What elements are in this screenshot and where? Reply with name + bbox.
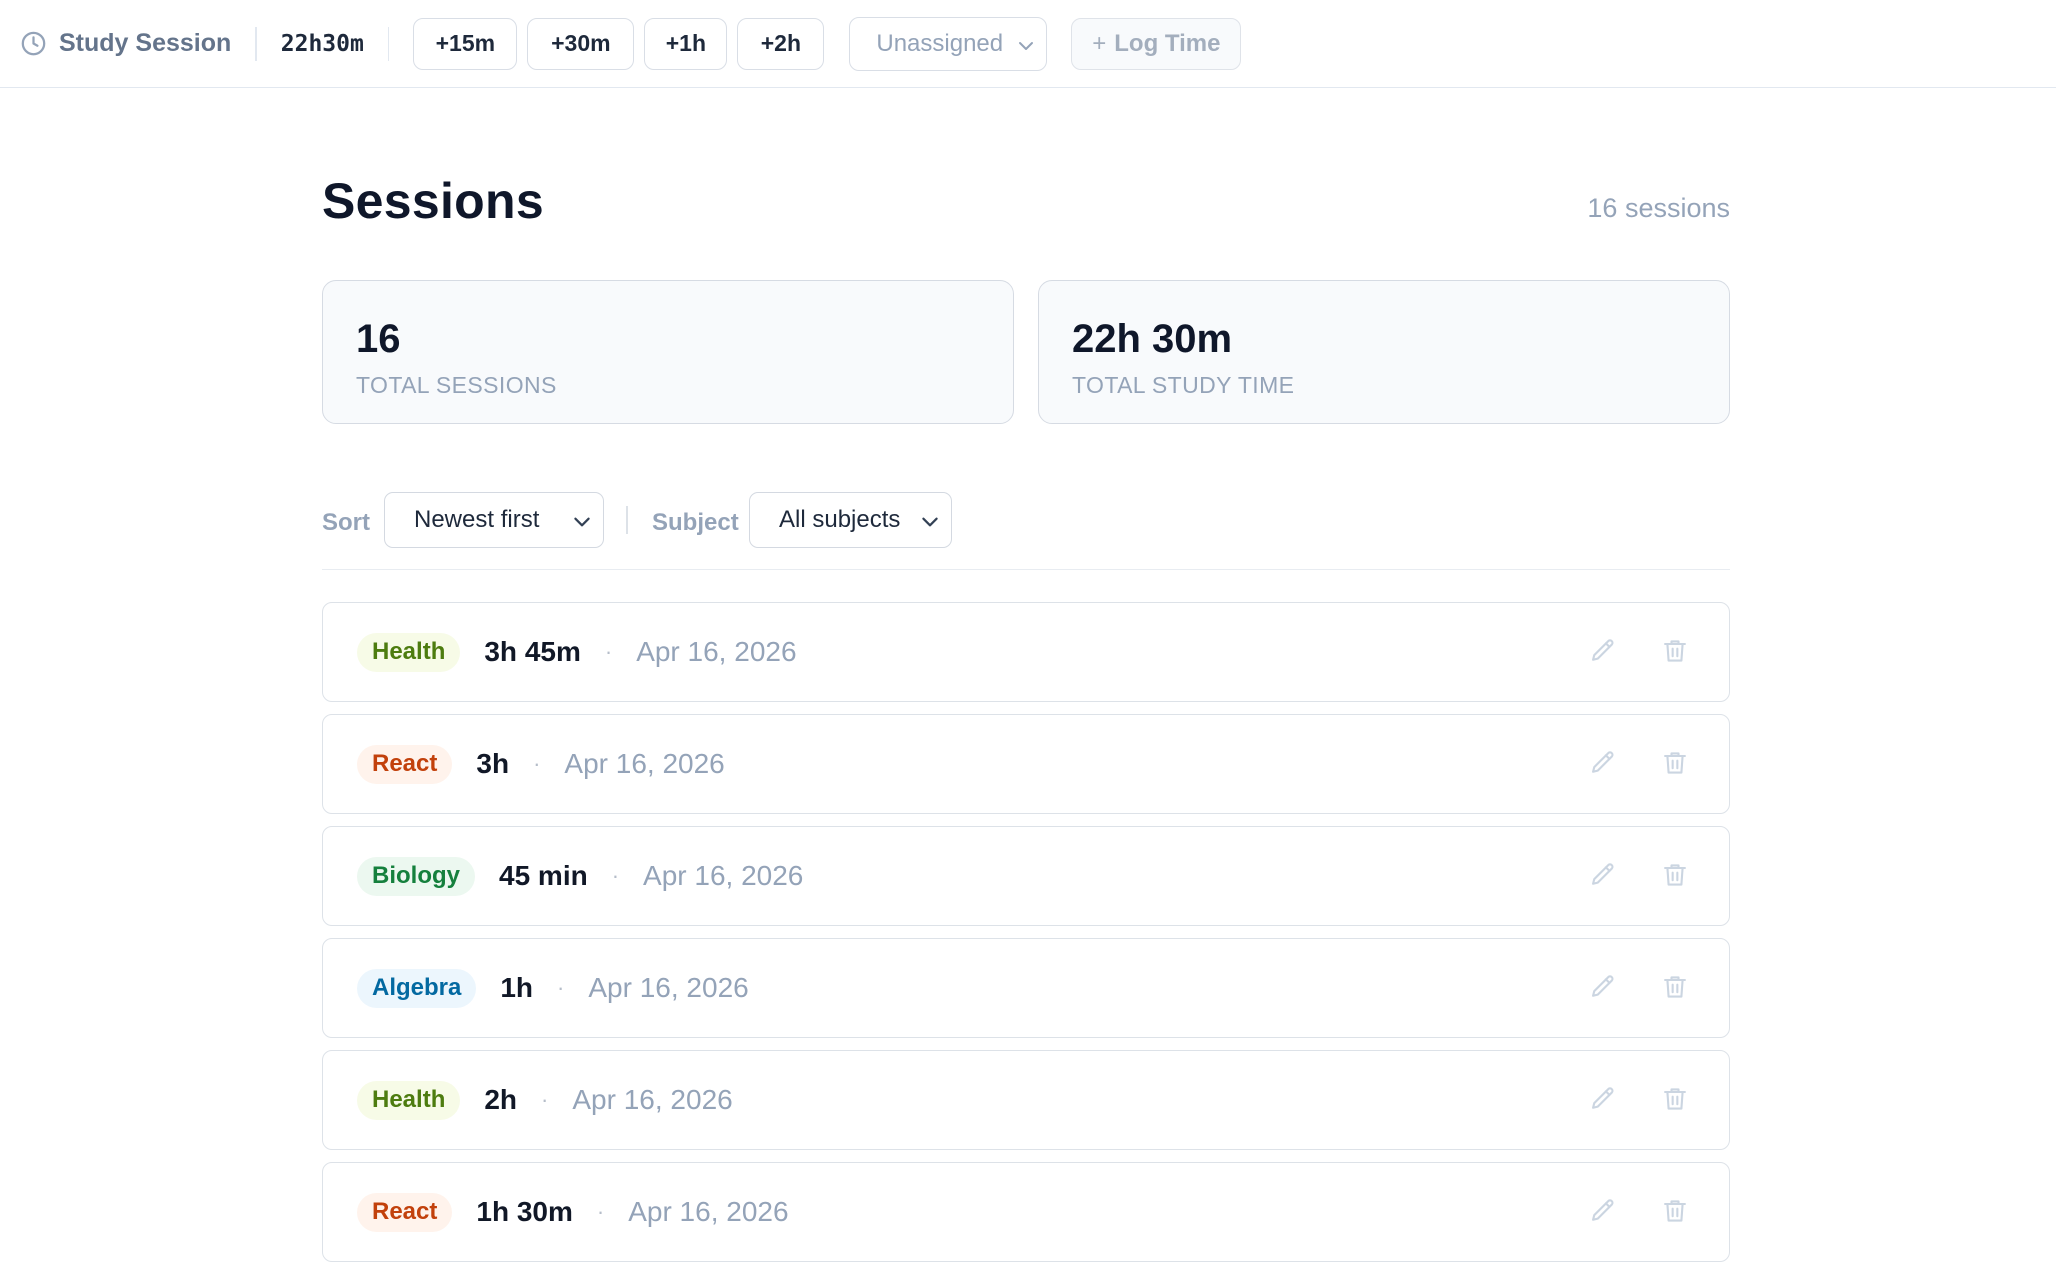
pencil-icon[interactable]: [1589, 1197, 1617, 1225]
trash-icon[interactable]: [1661, 1085, 1689, 1113]
trash-icon[interactable]: [1661, 637, 1689, 665]
row-actions: [1589, 973, 1689, 1001]
separator-dot: ·: [611, 863, 620, 888]
session-date: Apr 16, 2026: [564, 748, 725, 779]
total-time-display: 22h30m: [280, 30, 364, 57]
session-duration: 3h: [476, 748, 510, 779]
plus-icon: +: [1092, 29, 1107, 57]
stat-card-total-study-time: 22h 30m TOTAL STUDY TIME: [1038, 280, 1730, 424]
page-title: Sessions: [322, 173, 544, 229]
clock-icon: [20, 30, 47, 57]
pencil-icon[interactable]: [1589, 973, 1617, 1001]
subject-filter-select[interactable]: All subjects: [749, 492, 952, 548]
sort-label: Sort: [322, 509, 370, 536]
chevron-down-icon: [1016, 35, 1036, 63]
separator-dot: ·: [604, 639, 613, 664]
top-bar: Study Session 22h30m +15m +30m +1h +2h U…: [0, 0, 2056, 88]
row-actions: [1589, 1197, 1689, 1225]
sort-value: Newest first: [414, 506, 540, 533]
stat-value: 16: [356, 317, 401, 361]
subject-badge: React: [357, 1192, 453, 1232]
subject-badge: Health: [357, 1080, 461, 1120]
pencil-icon[interactable]: [1589, 861, 1617, 889]
subject-badge: Health: [357, 632, 461, 672]
add-30m-button[interactable]: +30m: [527, 17, 635, 70]
subject-badge: Biology: [357, 856, 475, 896]
row-actions: [1589, 749, 1689, 777]
separator-dot: ·: [533, 751, 541, 776]
row-actions: [1589, 861, 1689, 889]
session-date: Apr 16, 2026: [628, 1196, 789, 1227]
pencil-icon[interactable]: [1589, 637, 1617, 665]
session-row[interactable]: Biology 45 min · Apr 16, 2026: [322, 826, 1730, 926]
separator-dot: ·: [541, 1087, 549, 1112]
session-date: Apr 16, 2026: [643, 860, 804, 891]
session-row[interactable]: Algebra 1h · Apr 16, 2026: [322, 938, 1730, 1038]
session-row[interactable]: Health 2h · Apr 16, 2026: [322, 1050, 1730, 1150]
chevron-down-icon: [919, 511, 941, 540]
row-actions: [1589, 637, 1689, 665]
subject-badge: Algebra: [357, 968, 477, 1008]
session-duration: 2h: [484, 1084, 518, 1115]
session-duration: 3h 45m: [484, 636, 581, 667]
trash-icon[interactable]: [1661, 973, 1689, 1001]
stat-value: 22h 30m: [1072, 317, 1233, 361]
stat-label: TOTAL SESSIONS: [356, 372, 557, 398]
trash-icon[interactable]: [1661, 1197, 1689, 1225]
separator-dot: ·: [596, 1199, 605, 1224]
subject-filter-label: Subject: [652, 509, 739, 536]
add-2h-button[interactable]: +2h: [737, 17, 825, 70]
session-duration: 45 min: [499, 860, 588, 891]
trash-icon[interactable]: [1661, 861, 1689, 889]
session-row[interactable]: Health 3h 45m · Apr 16, 2026: [322, 602, 1730, 702]
session-date: Apr 16, 2026: [572, 1084, 733, 1115]
subject-filter-value: All subjects: [779, 506, 901, 533]
stat-card-total-sessions: 16 TOTAL SESSIONS: [322, 280, 1014, 424]
session-duration: 1h 30m: [476, 1196, 573, 1227]
log-time-button[interactable]: + Log Time: [1071, 17, 1242, 70]
subject-badge: React: [357, 744, 453, 784]
chevron-down-icon: [571, 511, 593, 540]
pencil-icon[interactable]: [1589, 1085, 1617, 1113]
filter-bar: Sort Newest first Subject All subjects: [322, 492, 1730, 570]
session-date: Apr 16, 2026: [588, 972, 749, 1003]
session-row[interactable]: React 3h · Apr 16, 2026: [322, 714, 1730, 814]
subject-assign-select[interactable]: Unassigned: [849, 16, 1048, 71]
subject-assign-value: Unassigned: [876, 29, 1004, 57]
stat-label: TOTAL STUDY TIME: [1072, 372, 1295, 398]
pencil-icon[interactable]: [1589, 749, 1617, 777]
session-row[interactable]: React 1h 30m · Apr 16, 2026: [322, 1162, 1730, 1262]
add-1h-button[interactable]: +1h: [644, 17, 728, 70]
divider: [626, 506, 628, 534]
separator-dot: ·: [557, 975, 565, 1000]
session-date: Apr 16, 2026: [636, 636, 797, 667]
divider: [255, 26, 257, 61]
brand: Study Session: [20, 24, 231, 64]
trash-icon[interactable]: [1661, 749, 1689, 777]
log-time-label: Log Time: [1114, 29, 1221, 57]
add-15m-button[interactable]: +15m: [413, 17, 518, 70]
divider: [387, 26, 390, 61]
sort-select[interactable]: Newest first: [384, 492, 604, 548]
session-duration: 1h: [500, 972, 534, 1003]
row-actions: [1589, 1085, 1689, 1113]
app-title: Study Session: [59, 29, 232, 57]
session-count: 16 sessions: [1587, 193, 1730, 223]
